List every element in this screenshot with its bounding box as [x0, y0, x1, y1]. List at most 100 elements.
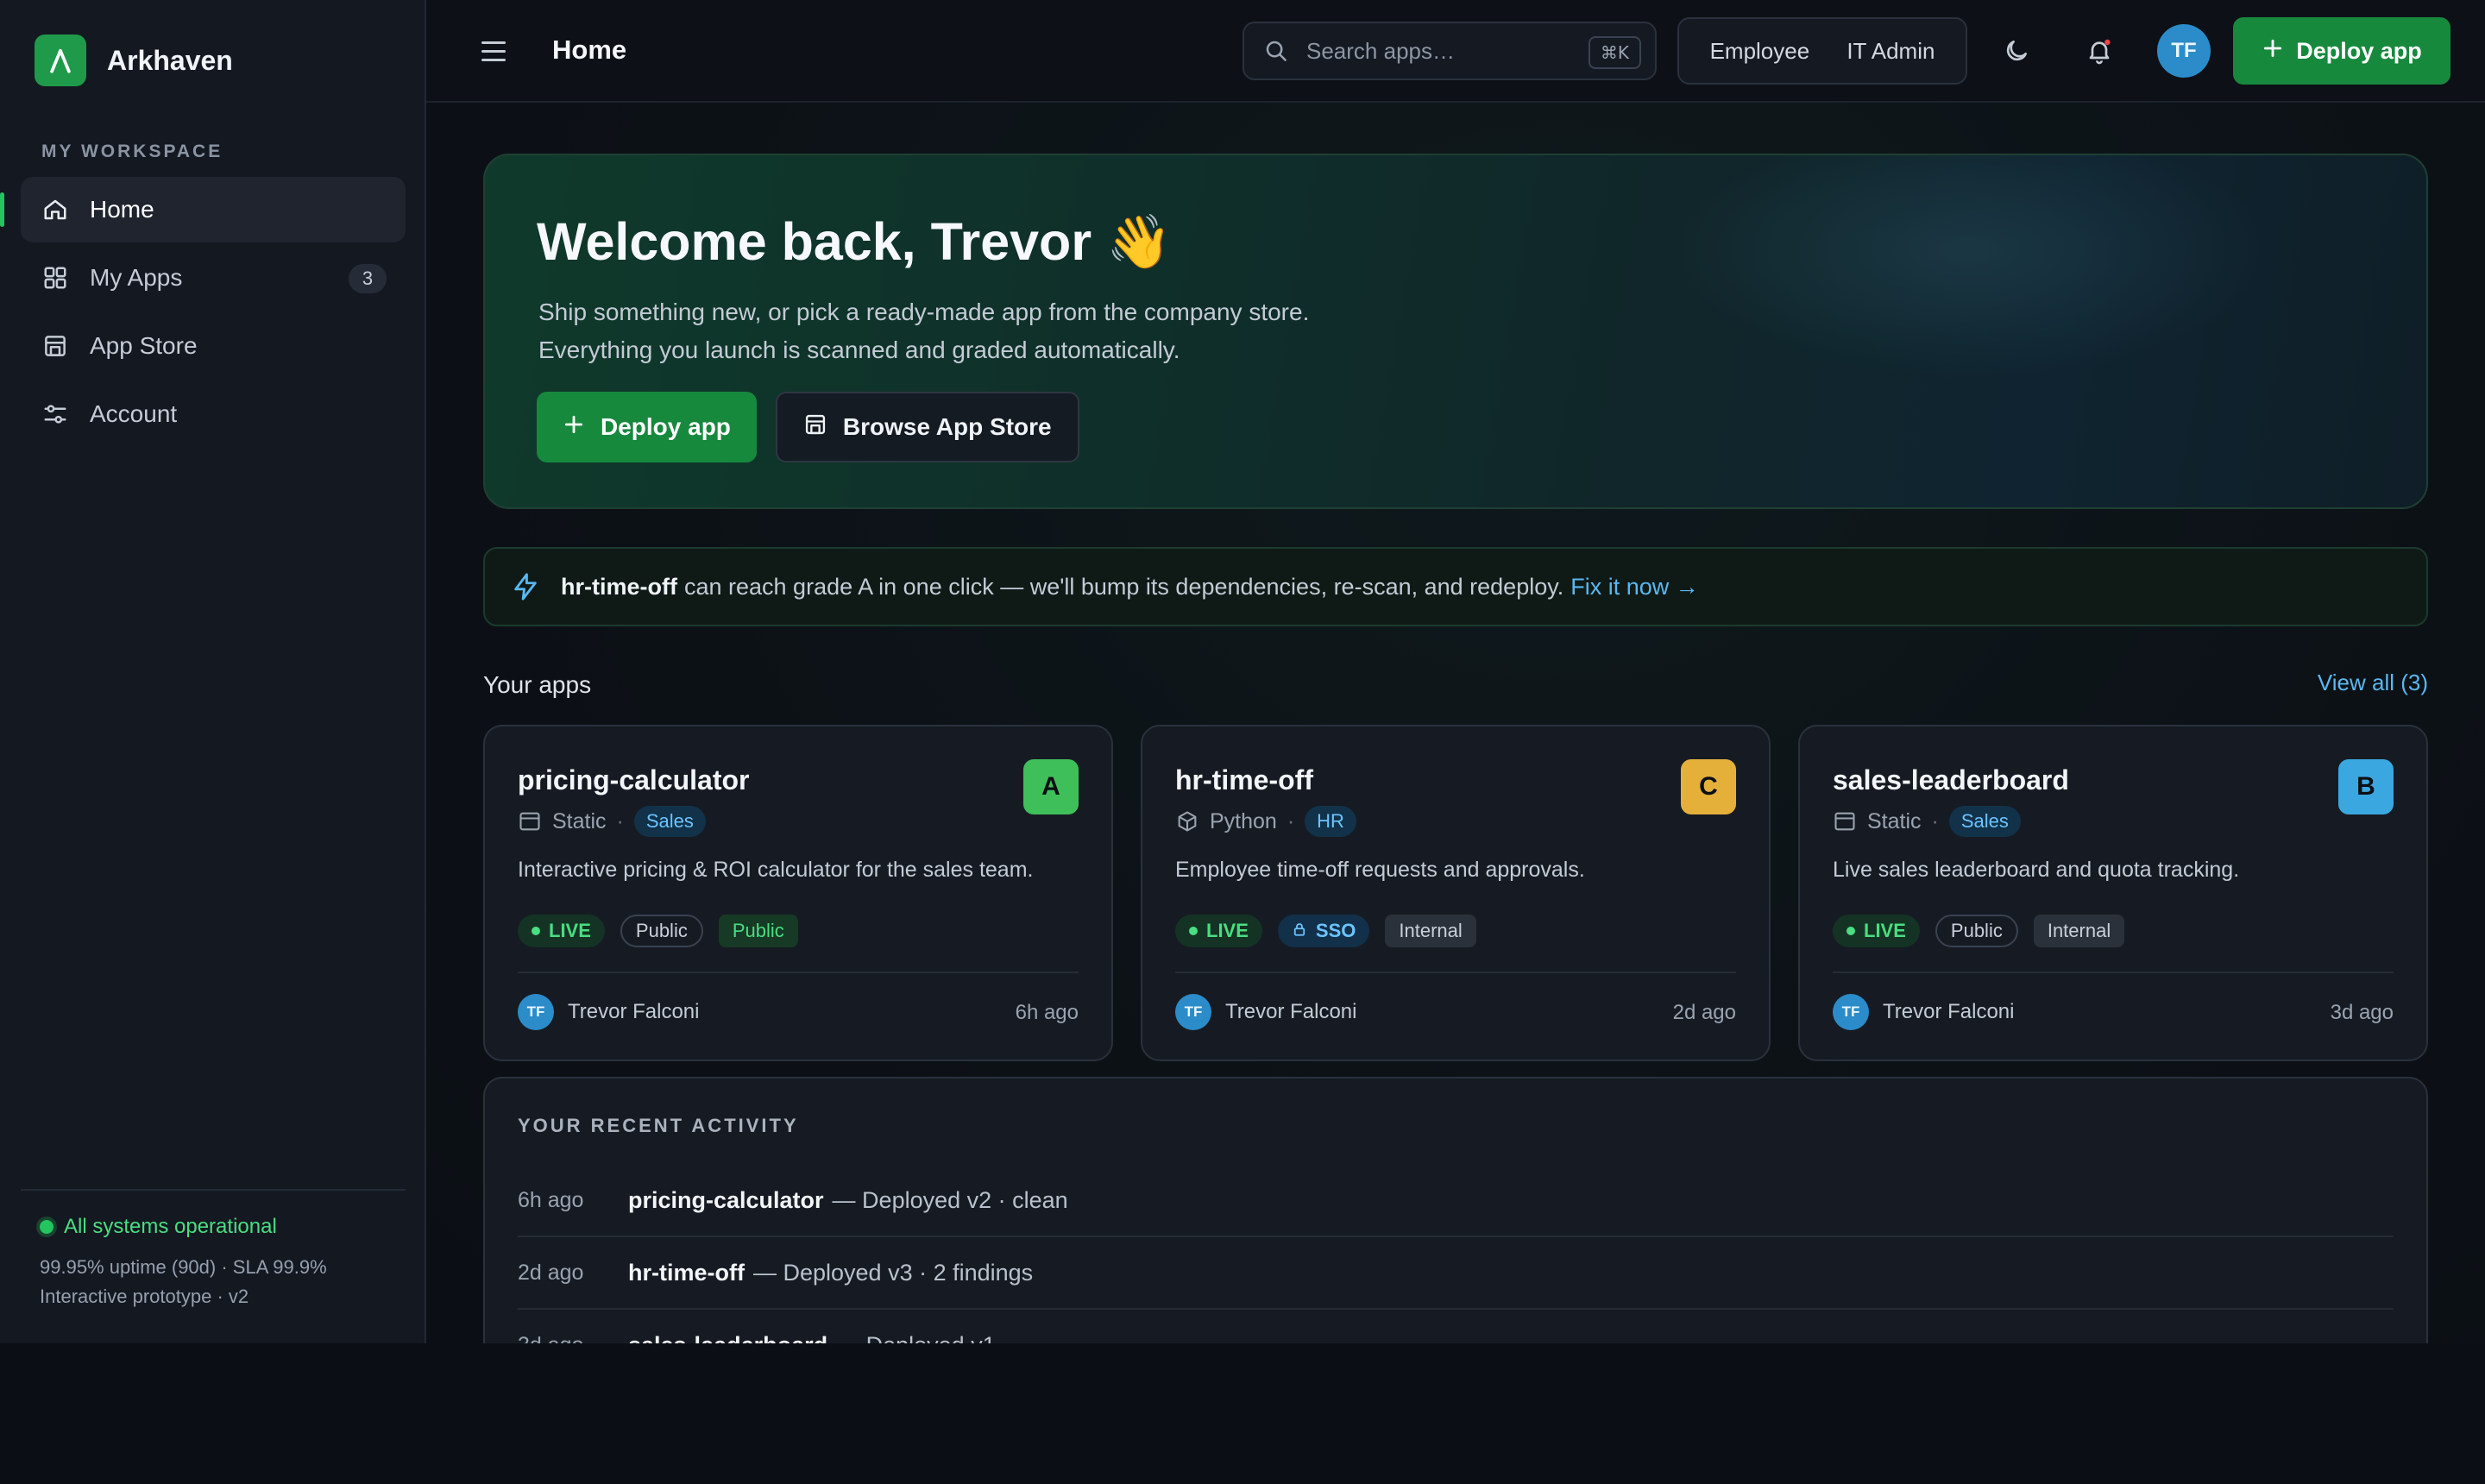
your-apps-heading: Your apps	[483, 671, 592, 698]
activity-time: 2d ago	[518, 1260, 584, 1285]
page-title: Home	[552, 35, 627, 65]
activity-detail: — Deployed v3 · 2 findings	[752, 1259, 1034, 1286]
team-chip[interactable]: Sales	[1948, 806, 2021, 837]
app-card[interactable]: sales-leaderboard B Static · Sales Live …	[1798, 725, 2428, 1061]
sidebar-item-home[interactable]: Home	[0, 177, 406, 242]
version-text: Interactive prototype · v2	[40, 1286, 249, 1307]
activity-row[interactable]: 2d ago hr-time-off — Deployed v3 · 2 fin…	[518, 1237, 2394, 1310]
lightning-icon	[511, 572, 540, 601]
search-input[interactable]	[1306, 37, 1574, 65]
theme-toggle-moon-icon[interactable]	[1995, 29, 2038, 72]
activity-row[interactable]: 6h ago pricing-calculator — Deployed v2 …	[518, 1165, 2394, 1237]
owner-name: Trevor Falconi	[568, 1000, 700, 1023]
browser-window-icon	[518, 809, 542, 833]
welcome-hero: Welcome back, Trevor 👋 Ship something ne…	[483, 154, 2428, 509]
deploy-app-button-topbar[interactable]: Deploy app	[2233, 17, 2450, 85]
app-name: hr-time-off	[1175, 764, 1313, 795]
welcome-subtitle-line-2: Everything you launch is scanned and gra…	[538, 336, 1180, 363]
team-chip[interactable]: Sales	[633, 806, 706, 837]
brand[interactable]: Arkhaven	[35, 35, 233, 86]
app-card[interactable]: pricing-calculator A Static · Sales Inte…	[483, 725, 1113, 1061]
sidebar-item-label: My Apps	[90, 264, 183, 291]
app-tags: LIVE SSO Internal	[1175, 915, 1476, 947]
app-description: Interactive pricing & ROI calculator for…	[518, 858, 1034, 882]
status-dot-icon	[40, 1220, 53, 1234]
sidebar-item-account[interactable]: Account	[21, 381, 406, 447]
brand-name: Arkhaven	[107, 44, 233, 76]
app-card[interactable]: hr-time-off C Python · HR Employee time-…	[1141, 725, 1771, 1061]
activity-time: 6h ago	[518, 1187, 584, 1212]
package-box-icon	[1175, 809, 1199, 833]
plus-icon	[563, 413, 585, 442]
sidebar-nav: Home My Apps 3 App Store Account	[0, 177, 406, 450]
sidebar: Arkhaven MY WORKSPACE Home My Apps 3 App…	[0, 0, 426, 1343]
security-grade-badge: A	[1023, 759, 1079, 814]
sliders-icon	[41, 400, 69, 428]
welcome-subtitle-line-1: Ship something new, or pick a ready-made…	[538, 299, 1310, 325]
app-owner: TF Trevor Falconi	[1833, 994, 2014, 1030]
activity-app-name: pricing-calculator	[628, 1186, 824, 1213]
tip-app-name: hr-time-off	[561, 573, 677, 600]
team-chip[interactable]: HR	[1305, 806, 1356, 837]
notifications-bell-icon[interactable]	[2078, 29, 2121, 72]
plus-icon	[2262, 37, 2284, 66]
activity-time: 3d ago	[518, 1333, 628, 1344]
browse-app-store-button[interactable]: Browse App Store	[775, 392, 1079, 462]
live-dot-icon	[532, 927, 540, 935]
app-runtime: Python	[1210, 808, 1277, 833]
search-icon	[1263, 38, 1289, 64]
menu-toggle-icon[interactable]	[481, 36, 511, 66]
owner-name: Trevor Falconi	[1883, 1000, 2015, 1023]
app-tags: LIVE Public Public	[518, 915, 798, 947]
app-meta: Static · Sales	[518, 806, 706, 837]
user-avatar[interactable]: TF	[2157, 24, 2211, 78]
sidebar-item-my-apps[interactable]: My Apps 3	[21, 245, 406, 311]
sidebar-item-label: App Store	[90, 332, 198, 359]
recent-activity-panel: YOUR RECENT ACTIVITY 6h ago pricing-calc…	[483, 1077, 2428, 1343]
live-status-tag: LIVE	[518, 915, 605, 947]
role-it-admin-button[interactable]: IT Admin	[1834, 29, 1947, 73]
owner-avatar: TF	[1833, 994, 1869, 1030]
status-text: All systems operational	[64, 1215, 277, 1238]
workspace-section-label: MY WORKSPACE	[41, 141, 223, 161]
activity-row[interactable]: 3d ago sales-leaderboard — Deployed v1	[518, 1310, 2394, 1344]
visibility-tag: Public	[1935, 915, 2018, 947]
tip-text: can reach grade A in one click — we'll b…	[683, 573, 1564, 600]
access-tag: Internal	[1385, 915, 1476, 947]
browse-app-store-label: Browse App Store	[842, 413, 1052, 440]
access-tag: Internal	[2033, 915, 2125, 947]
app-description: Employee time-off requests and approvals…	[1175, 858, 1585, 882]
app-meta: Static · Sales	[1833, 806, 2021, 837]
sidebar-item-app-store[interactable]: App Store	[21, 313, 406, 379]
deploy-app-label: Deploy app	[2296, 37, 2422, 64]
visibility-tag: SSO	[1277, 915, 1370, 947]
system-status: All systems operational 99.95% uptime (9…	[21, 1189, 406, 1311]
role-employee-button[interactable]: Employee	[1698, 29, 1822, 73]
app-description: Live sales leaderboard and quota trackin…	[1833, 858, 2240, 882]
hero-actions: Deploy app Browse App Store	[537, 392, 1079, 462]
updated-time: 3d ago	[2330, 1001, 2394, 1024]
activity-detail: — Deployed v2 · clean	[832, 1186, 1068, 1213]
brand-logo-icon	[35, 35, 86, 86]
app-name: pricing-calculator	[518, 764, 750, 795]
recent-activity-heading: YOUR RECENT ACTIVITY	[518, 1115, 799, 1136]
uptime-text: 99.95% uptime (90d) · SLA 99.9%	[40, 1256, 327, 1278]
search-box[interactable]: ⌘K	[1242, 22, 1657, 80]
app-tags: LIVE Public Internal	[1833, 915, 2125, 947]
app-meta: Python · HR	[1175, 806, 1356, 837]
home-icon	[41, 196, 69, 223]
fix-it-now-link[interactable]: Fix it now →	[1570, 574, 1699, 601]
app-owner: TF Trevor Falconi	[1175, 994, 1356, 1030]
deploy-app-button[interactable]: Deploy app	[537, 392, 757, 462]
live-status-tag: LIVE	[1833, 915, 1920, 947]
activity-app-name: hr-time-off	[628, 1259, 745, 1286]
deploy-app-label: Deploy app	[601, 413, 731, 440]
my-apps-count-badge: 3	[349, 264, 387, 293]
activity-app-name: sales-leaderboard	[628, 1332, 827, 1344]
view-all-apps-link[interactable]: View all (3)	[2318, 670, 2428, 696]
activity-detail: — Deployed v1	[836, 1332, 996, 1344]
main-content: Home ⌘K Employee IT Admin TF	[426, 0, 2485, 1343]
app-runtime: Static	[552, 808, 607, 833]
app-shell: Arkhaven MY WORKSPACE Home My Apps 3 App…	[0, 0, 2485, 1343]
live-dot-icon	[1189, 927, 1198, 935]
